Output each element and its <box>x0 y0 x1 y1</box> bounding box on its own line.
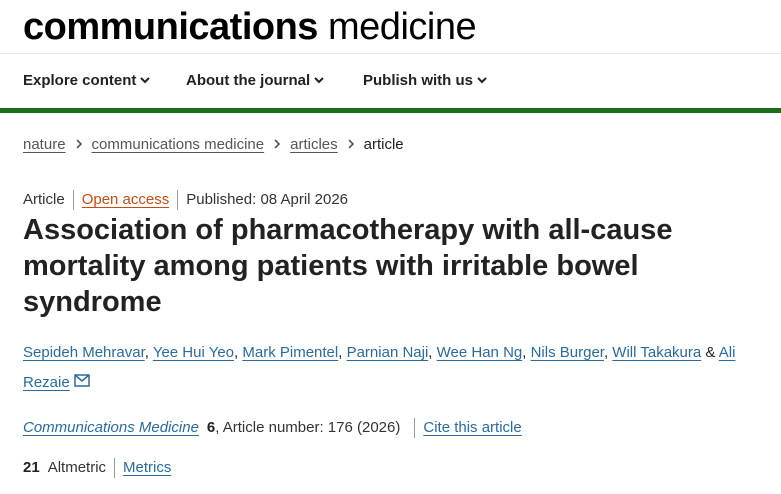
metrics-link[interactable]: Metrics <box>123 459 171 476</box>
journal-logo[interactable]: communications medicine <box>23 5 477 49</box>
author-link[interactable]: Nils Burger <box>531 344 604 361</box>
author-link[interactable]: Will Takakura <box>612 344 701 361</box>
author-link[interactable]: Sepideh Mehravar <box>23 344 145 361</box>
breadcrumb-communications-medicine[interactable]: communications medicine <box>92 136 265 153</box>
article-meta: Article Open access Published: 08 April 20… <box>23 188 348 212</box>
open-access-link[interactable]: Open access <box>82 191 170 208</box>
logo-light-text: medicine <box>328 6 477 48</box>
meta-divider <box>72 190 74 211</box>
site-header: communications medicine <box>0 0 781 54</box>
nav-explore-content-label: Explore content <box>23 72 137 89</box>
chevron-right-icon <box>274 139 281 149</box>
citation-divider <box>414 418 416 439</box>
nav-explore-content[interactable]: Explore content <box>23 54 151 108</box>
article-number: , Article number: 176 (2026) <box>215 419 401 436</box>
published-date: Published: 08 April 2026 <box>186 191 349 208</box>
cite-this-article-link[interactable]: Cite this article <box>423 419 521 436</box>
author-link[interactable]: Mark Pimentel <box>242 344 338 361</box>
altmetric-label: Altmetric <box>47 459 107 476</box>
author-separator: , <box>428 344 433 361</box>
nav-publish-with-us-label: Publish with us <box>363 72 474 89</box>
author-separator: , <box>144 344 149 361</box>
breadcrumb-articles[interactable]: articles <box>290 136 338 153</box>
article-title: Association of pharmacotherapy with all-… <box>23 214 673 318</box>
nav-publish-with-us[interactable]: Publish with us <box>363 54 488 108</box>
author-separator: , <box>603 344 609 361</box>
chevron-right-icon <box>348 139 354 149</box>
chevron-down-icon <box>477 77 487 84</box>
chevron-down-icon <box>140 77 151 84</box>
author-link[interactable]: Parnian Naji <box>347 344 429 361</box>
author-separator: , <box>522 344 527 361</box>
metrics-line: 21 Altmetric Metrics <box>23 456 171 480</box>
breadcrumb-nature[interactable]: nature <box>23 136 66 153</box>
author-link[interactable]: Yee Hui Yeo <box>153 344 234 361</box>
logo-bold-text: communications <box>23 6 318 48</box>
breadcrumb: nature communications medicine articles art… <box>23 133 404 157</box>
author-list: Sepideh Mehravar, Yee Hui Yeo, Mark Pime… <box>23 338 773 398</box>
meta-divider <box>177 190 179 211</box>
nav-about-journal-label: About the journal <box>186 72 311 89</box>
author-separator: , <box>338 344 343 361</box>
author-last-name: Rezaie <box>23 374 70 391</box>
envelope-icon[interactable] <box>73 373 90 387</box>
breadcrumb-current: article <box>363 136 404 153</box>
author-link[interactable]: Wee Han Ng <box>437 344 523 361</box>
nav-about-journal[interactable]: About the journal <box>186 54 325 108</box>
volume-number: 6 <box>206 419 216 436</box>
main-nav: Explore content About the journal Publis… <box>0 54 781 108</box>
nav-accent-bar <box>0 108 781 113</box>
chevron-right-icon <box>75 139 82 149</box>
metrics-divider <box>114 458 116 479</box>
author-ampersand: & <box>705 344 716 361</box>
altmetric-count: 21 <box>23 459 40 476</box>
journal-link[interactable]: Communications Medicine <box>23 419 199 436</box>
author-first-name: Ali <box>718 344 736 361</box>
chevron-down-icon <box>314 77 324 84</box>
citation-line: Communications Medicine 6, Article number… <box>23 416 522 440</box>
article-type: Article <box>23 191 65 208</box>
author-separator: , <box>234 344 239 361</box>
